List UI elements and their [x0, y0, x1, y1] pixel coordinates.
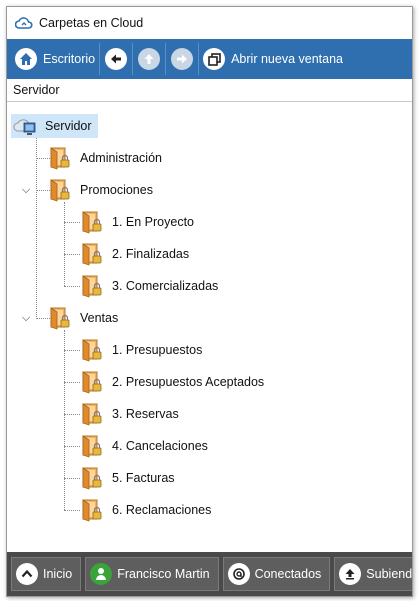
inicio-label: Inicio: [43, 567, 73, 581]
tree-line: [64, 478, 80, 479]
tree-node-comercializadas[interactable]: 3. Comercializadas: [80, 274, 218, 298]
subiendo-label: Subiendo: [366, 567, 413, 581]
chevron-down-icon[interactable]: ⌵: [20, 184, 32, 197]
arrow-up-icon: [138, 48, 161, 70]
tree-line: [64, 202, 65, 286]
tree-line: [64, 286, 80, 287]
new-window-icon: [203, 48, 226, 70]
conectados-label: Conectados: [254, 567, 322, 581]
tree-node-label: Ventas: [80, 311, 119, 325]
tree-line: [64, 222, 80, 223]
tree-node-en-proyecto[interactable]: 1. En Proyecto: [80, 210, 194, 234]
tree-node-facturas[interactable]: 5. Facturas: [80, 466, 175, 490]
conectados-button[interactable]: Conectados: [222, 557, 331, 591]
tree-node-label: 1. En Proyecto: [112, 215, 194, 229]
tree-line: [64, 414, 80, 415]
tree-node-ventas[interactable]: Ventas: [48, 306, 118, 330]
tree-line: [64, 350, 80, 351]
locked-folder-icon: [48, 178, 72, 202]
bottom-bar: Inicio Francisco Martin Conectados Subie…: [7, 552, 412, 596]
app-window: Carpetas en Cloud Escritorio Abrir nueva…: [6, 6, 413, 597]
inicio-button[interactable]: Inicio: [11, 557, 82, 591]
new-window-button[interactable]: Abrir nueva ventana: [199, 43, 347, 75]
tree-node-promociones[interactable]: Promociones: [48, 178, 153, 202]
locked-folder-icon: [80, 242, 104, 266]
locked-folder-icon: [80, 466, 104, 490]
locked-folder-icon: [48, 146, 72, 170]
up-button[interactable]: [133, 43, 167, 75]
tree-node-administracion[interactable]: Administración: [48, 146, 162, 170]
tree-node-label: 4. Cancelaciones: [112, 439, 208, 453]
tree-node-cancelaciones[interactable]: 4. Cancelaciones: [80, 434, 208, 458]
home-icon: [15, 48, 37, 70]
tree-line: [64, 254, 80, 255]
desktop-button[interactable]: Escritorio: [11, 43, 101, 75]
user-icon: [90, 563, 113, 585]
folder-tree: Servidor Administración ⌵ Promociones 1.…: [7, 106, 412, 552]
tree-node-presupuestos-aceptados[interactable]: 2. Presupuestos Aceptados: [80, 370, 264, 394]
user-button[interactable]: Francisco Martin: [85, 557, 219, 591]
tree-line: [64, 446, 80, 447]
tree-node-label: Administración: [80, 151, 162, 165]
tree-line: [64, 510, 80, 511]
arrow-left-icon: [105, 48, 128, 70]
back-button[interactable]: [100, 43, 134, 75]
tree-node-label: 2. Presupuestos Aceptados: [112, 375, 265, 389]
tree-node-reservas[interactable]: 3. Reservas: [80, 402, 179, 426]
window-title: Carpetas en Cloud: [39, 16, 144, 30]
tree-node-servidor[interactable]: Servidor: [11, 114, 98, 138]
locked-folder-icon: [80, 402, 104, 426]
locked-folder-icon: [80, 274, 104, 298]
tree-node-reclamaciones[interactable]: 6. Reclamaciones: [80, 498, 211, 522]
locked-folder-icon: [80, 498, 104, 522]
server-cloud-icon: [13, 119, 36, 135]
cloud-icon: [15, 17, 33, 29]
tree-node-label: Promociones: [80, 183, 153, 197]
tree-node-label: 3. Comercializadas: [112, 279, 219, 293]
upload-icon: [339, 563, 362, 585]
tree-line: [64, 330, 65, 510]
desktop-button-label: Escritorio: [43, 52, 96, 66]
tree-node-label: 1. Presupuestos: [112, 343, 203, 357]
chevron-down-icon[interactable]: ⌵: [20, 312, 32, 325]
user-label: Francisco Martin: [117, 567, 210, 581]
locked-folder-icon: [80, 338, 104, 362]
locked-folder-icon: [48, 306, 72, 330]
chevron-up-icon: [16, 563, 38, 585]
locked-folder-icon: [80, 370, 104, 394]
toolbar: Escritorio Abrir nueva ventana: [7, 39, 412, 79]
tree-node-label: 5. Facturas: [112, 471, 175, 485]
tree-line: [36, 136, 37, 319]
locked-folder-icon: [80, 210, 104, 234]
breadcrumb: Servidor: [7, 79, 412, 102]
new-window-label: Abrir nueva ventana: [231, 52, 343, 66]
tree-node-label: 6. Reclamaciones: [112, 503, 212, 517]
tree-node-presupuestos[interactable]: 1. Presupuestos: [80, 338, 202, 362]
locked-folder-icon: [80, 434, 104, 458]
tree-node-label: Servidor: [45, 119, 92, 133]
subiendo-button[interactable]: Subiendo: [334, 557, 413, 591]
connection-icon: [227, 563, 250, 585]
arrow-right-icon: [171, 48, 194, 70]
tree-node-label: 3. Reservas: [112, 407, 179, 421]
tree-node-label: 2. Finalizadas: [112, 247, 190, 261]
tree-line: [64, 382, 80, 383]
tree-node-finalizadas[interactable]: 2. Finalizadas: [80, 242, 189, 266]
title-bar: Carpetas en Cloud: [7, 7, 412, 39]
forward-button[interactable]: [166, 43, 200, 75]
